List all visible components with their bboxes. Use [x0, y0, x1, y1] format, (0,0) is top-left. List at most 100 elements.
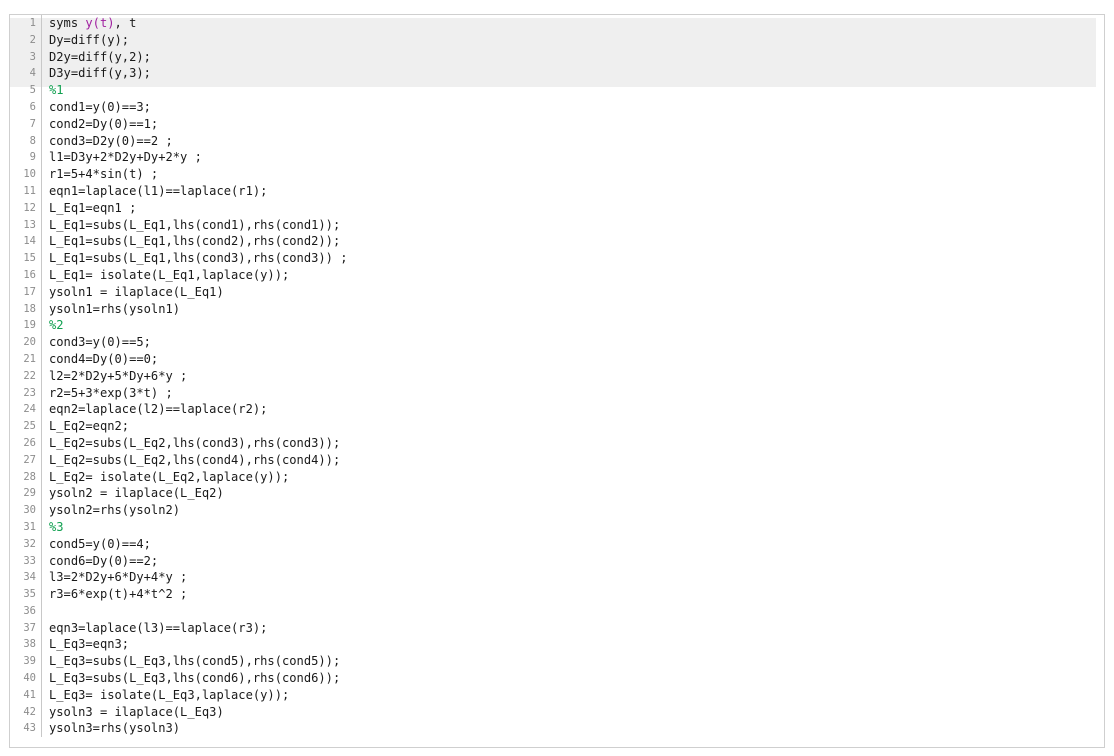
- code-line-text[interactable]: ysoln3=rhs(ysoln3): [42, 720, 1104, 737]
- code-line-text[interactable]: L_Eq1=eqn1 ;: [42, 200, 1104, 217]
- code-token: L_Eq1=subs(L_Eq1,lhs(cond1),rhs(cond1));: [49, 217, 341, 232]
- code-line-text[interactable]: L_Eq2= isolate(L_Eq2,laplace(y));: [42, 469, 1104, 486]
- code-line-text[interactable]: eqn3=laplace(l3)==laplace(r3);: [42, 620, 1104, 637]
- code-line[interactable]: 2 Dy=diff(y);: [10, 31, 1104, 49]
- code-line-text[interactable]: cond1=y(0)==3;: [42, 99, 1104, 116]
- code-line[interactable]: 11 eqn1=laplace(l1)==laplace(r1);: [10, 182, 1104, 200]
- code-line-text[interactable]: ysoln1 = ilaplace(L_Eq1): [42, 284, 1104, 301]
- code-line[interactable]: 33 cond6=Dy(0)==2;: [10, 552, 1104, 570]
- code-line[interactable]: 26 L_Eq2=subs(L_Eq2,lhs(cond3),rhs(cond3)…: [10, 434, 1104, 452]
- code-line[interactable]: 25 L_Eq2=eqn2;: [10, 418, 1104, 435]
- code-line-text[interactable]: cond4=Dy(0)==0;: [42, 351, 1104, 368]
- code-line-text[interactable]: l2=2*D2y+5*Dy+6*y ;: [42, 368, 1104, 385]
- code-line-text[interactable]: r3=6*exp(t)+4*t^2 ;: [42, 586, 1104, 603]
- code-line[interactable]: 8 cond3=D2y(0)==2 ;: [10, 132, 1104, 150]
- code-line[interactable]: 16 L_Eq1= isolate(L_Eq1,laplace(y));: [10, 266, 1104, 284]
- code-line[interactable]: 32 cond5=y(0)==4;: [10, 535, 1104, 553]
- code-line[interactable]: 19 %2: [10, 317, 1104, 335]
- line-number: 4: [29, 67, 36, 80]
- code-line-text[interactable]: %2: [42, 317, 1104, 334]
- code-line[interactable]: 36: [10, 602, 1104, 620]
- code-line[interactable]: 15 L_Eq1=subs(L_Eq1,lhs(cond3),rhs(cond3)…: [10, 250, 1104, 267]
- code-line[interactable]: 18 ysoln1=rhs(ysoln1): [10, 300, 1104, 318]
- code-line-text[interactable]: L_Eq3=subs(L_Eq3,lhs(cond5),rhs(cond5));: [42, 653, 1104, 670]
- code-line-text[interactable]: L_Eq2=subs(L_Eq2,lhs(cond3),rhs(cond3));: [42, 435, 1104, 452]
- code-line-text[interactable]: cond3=D2y(0)==2 ;: [42, 133, 1104, 150]
- comment-token: %1: [49, 83, 64, 98]
- code-line-text[interactable]: eqn2=laplace(l2)==laplace(r2);: [42, 401, 1104, 418]
- code-line-text[interactable]: L_Eq3= isolate(L_Eq3,laplace(y));: [42, 687, 1104, 704]
- line-number: 22: [23, 369, 36, 382]
- code-line-text[interactable]: %1: [42, 82, 1104, 99]
- code-line-text[interactable]: l1=D3y+2*D2y+Dy+2*y ;: [42, 149, 1104, 166]
- code-line[interactable]: 35 r3=6*exp(t)+4*t^2 ;: [10, 586, 1104, 603]
- code-line[interactable]: 21 cond4=Dy(0)==0;: [10, 350, 1104, 368]
- code-line[interactable]: 5 %1: [10, 82, 1104, 99]
- code-line[interactable]: 20 cond3=y(0)==5;: [10, 334, 1104, 351]
- code-line-text[interactable]: D3y=diff(y,3);: [42, 65, 1104, 82]
- code-line-text[interactable]: cond2=Dy(0)==1;: [42, 116, 1104, 133]
- code-line[interactable]: 34 l3=2*D2y+6*Dy+4*y ;: [10, 569, 1104, 587]
- gutter-divider: [41, 602, 42, 620]
- code-line[interactable]: 40 L_Eq3=subs(L_Eq3,lhs(cond6),rhs(cond6)…: [10, 670, 1104, 687]
- comment-token: %2: [49, 318, 64, 333]
- code-line[interactable]: 3 D2y=diff(y,2);: [10, 48, 1104, 66]
- code-line[interactable]: 17 ysoln1 = ilaplace(L_Eq1): [10, 283, 1104, 301]
- code-line-text[interactable]: L_Eq3=subs(L_Eq3,lhs(cond6),rhs(cond6));: [42, 670, 1104, 687]
- code-line[interactable]: 31 %3: [10, 518, 1104, 536]
- code-line[interactable]: 39 L_Eq3=subs(L_Eq3,lhs(cond5),rhs(cond5)…: [10, 653, 1104, 671]
- code-line-text[interactable]: L_Eq1=subs(L_Eq1,lhs(cond1),rhs(cond1));: [42, 217, 1104, 234]
- code-line[interactable]: 42 ysoln3 = ilaplace(L_Eq3): [10, 703, 1104, 721]
- line-number: 35: [23, 588, 36, 601]
- code-line-text[interactable]: l3=2*D2y+6*Dy+4*y ;: [42, 569, 1104, 586]
- code-line[interactable]: 1 syms y(t), t: [10, 15, 1104, 32]
- code-token: D2y=diff(y,2);: [49, 49, 151, 64]
- code-line[interactable]: 6 cond1=y(0)==3;: [10, 98, 1104, 116]
- code-token: ysoln2=rhs(ysoln2): [49, 503, 181, 518]
- code-line[interactable]: 22 l2=2*D2y+5*Dy+6*y ;: [10, 367, 1104, 385]
- code-line-text[interactable]: Dy=diff(y);: [42, 32, 1104, 49]
- code-line-text[interactable]: D2y=diff(y,2);: [42, 49, 1104, 66]
- code-line[interactable]: 28 L_Eq2= isolate(L_Eq2,laplace(y));: [10, 468, 1104, 486]
- code-line[interactable]: 13 L_Eq1=subs(L_Eq1,lhs(cond1),rhs(cond1)…: [10, 216, 1104, 234]
- code-line-text[interactable]: L_Eq3=eqn3;: [42, 636, 1104, 653]
- line-number: 32: [23, 537, 36, 550]
- code-line-text[interactable]: cond6=Dy(0)==2;: [42, 553, 1104, 570]
- code-token: l1=D3y+2*D2y+Dy+2*y ;: [49, 150, 202, 165]
- code-line-text[interactable]: L_Eq1=subs(L_Eq1,lhs(cond3),rhs(cond3)) …: [42, 250, 1104, 267]
- code-line[interactable]: 4 D3y=diff(y,3);: [10, 65, 1104, 83]
- code-line-text[interactable]: %3: [42, 519, 1104, 536]
- code-editor-area[interactable]: 1 syms y(t), t 2 Dy=diff(y); 3 D2y=diff(y,2);…: [10, 15, 1104, 747]
- code-line-text[interactable]: ysoln3 = ilaplace(L_Eq3): [42, 704, 1104, 721]
- code-line[interactable]: 38 L_Eq3=eqn3;: [10, 636, 1104, 654]
- code-line[interactable]: 24 eqn2=laplace(l2)==laplace(r2);: [10, 401, 1104, 419]
- code-line-text[interactable]: ysoln2=rhs(ysoln2): [42, 502, 1104, 519]
- code-line-text[interactable]: syms y(t), t: [42, 15, 1104, 32]
- code-line[interactable]: 10 r1=5+4*sin(t) ;: [10, 166, 1104, 183]
- code-line[interactable]: 29 ysoln2 = ilaplace(L_Eq2): [10, 485, 1104, 503]
- code-line-text[interactable]: cond5=y(0)==4;: [42, 536, 1104, 553]
- code-line[interactable]: 12 L_Eq1=eqn1 ;: [10, 199, 1104, 217]
- line-number: 29: [23, 487, 36, 500]
- code-line[interactable]: 23 r2=5+3*exp(3*t) ;: [10, 384, 1104, 402]
- code-line-text[interactable]: ysoln2 = ilaplace(L_Eq2): [42, 485, 1104, 502]
- line-number: 19: [23, 319, 36, 332]
- code-line-text[interactable]: L_Eq1=subs(L_Eq1,lhs(cond2),rhs(cond2));: [42, 233, 1104, 250]
- code-line[interactable]: 43 ysoln3=rhs(ysoln3): [10, 720, 1104, 738]
- code-line-text[interactable]: cond3=y(0)==5;: [42, 334, 1104, 351]
- code-line-text[interactable]: L_Eq2=eqn2;: [42, 418, 1104, 435]
- code-line-text[interactable]: r1=5+4*sin(t) ;: [42, 166, 1104, 183]
- code-line-text[interactable]: ysoln1=rhs(ysoln1): [42, 301, 1104, 318]
- code-line[interactable]: 14 L_Eq1=subs(L_Eq1,lhs(cond2),rhs(cond2)…: [10, 233, 1104, 251]
- code-line[interactable]: 9 l1=D3y+2*D2y+Dy+2*y ;: [10, 149, 1104, 167]
- code-line-text[interactable]: L_Eq1= isolate(L_Eq1,laplace(y));: [42, 267, 1104, 284]
- code-line-text[interactable]: L_Eq2=subs(L_Eq2,lhs(cond4),rhs(cond4));: [42, 452, 1104, 469]
- line-number: 10: [23, 168, 36, 181]
- code-line[interactable]: 30 ysoln2=rhs(ysoln2): [10, 502, 1104, 519]
- code-line[interactable]: 7 cond2=Dy(0)==1;: [10, 115, 1104, 133]
- code-line-text[interactable]: eqn1=laplace(l1)==laplace(r1);: [42, 183, 1104, 200]
- code-line[interactable]: 41 L_Eq3= isolate(L_Eq3,laplace(y));: [10, 686, 1104, 704]
- code-line[interactable]: 27 L_Eq2=subs(L_Eq2,lhs(cond4),rhs(cond4)…: [10, 451, 1104, 469]
- code-line[interactable]: 37 eqn3=laplace(l3)==laplace(r3);: [10, 619, 1104, 637]
- code-line-text[interactable]: r2=5+3*exp(3*t) ;: [42, 385, 1104, 402]
